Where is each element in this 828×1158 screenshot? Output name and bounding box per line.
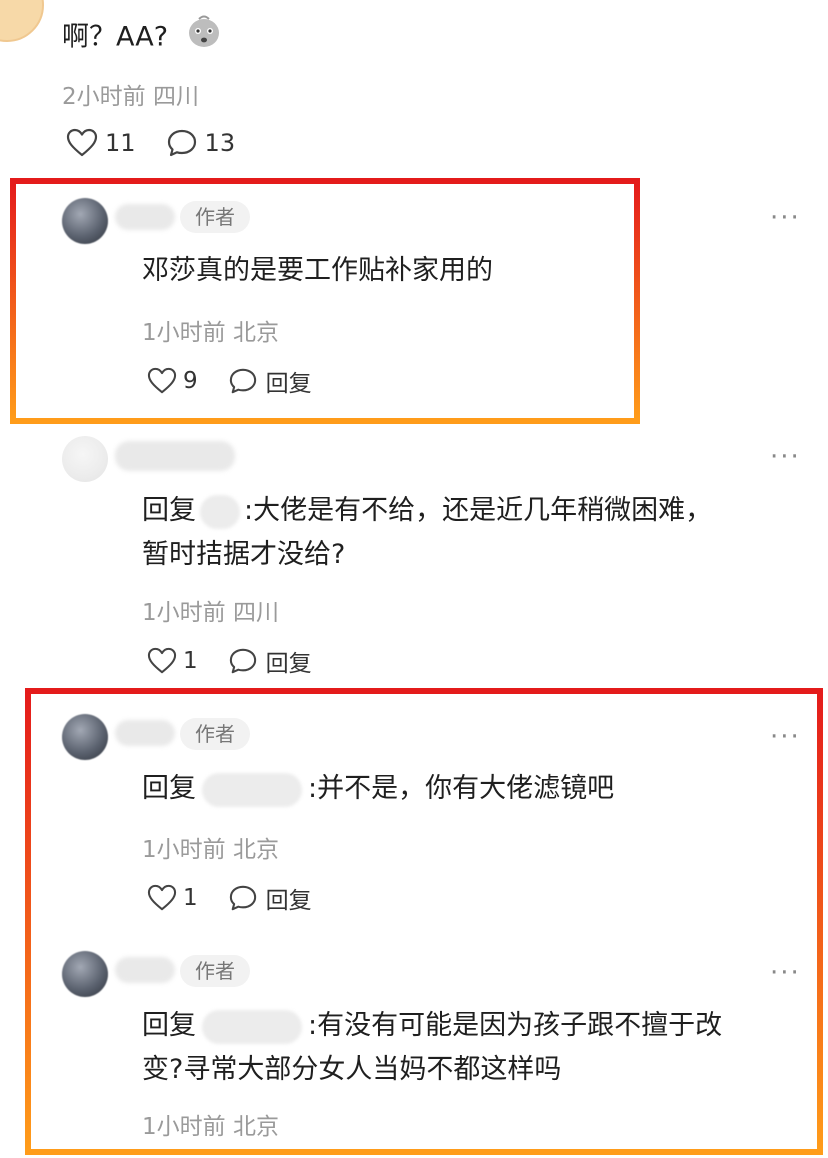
blurred-username[interactable] — [115, 204, 175, 230]
heart-icon[interactable] — [66, 128, 98, 158]
heart-icon[interactable] — [147, 884, 177, 912]
blurred-username[interactable] — [115, 441, 235, 471]
author-tag: 作者 — [180, 718, 250, 750]
avatar[interactable] — [62, 436, 108, 482]
comment-actions: 9 回复 — [147, 364, 312, 398]
comment-actions: 1 回复 — [147, 644, 312, 678]
like-count: 11 — [105, 129, 136, 157]
like-count: 9 — [183, 368, 198, 394]
reply-button[interactable]: 回复 — [266, 644, 312, 678]
more-options-icon[interactable]: ··· — [770, 958, 801, 988]
comment-meta: 1小时前 北京 — [142, 837, 279, 863]
avatar[interactable] — [62, 951, 108, 997]
comment-actions: 1 回复 — [147, 881, 312, 915]
blurred-reply-target[interactable] — [202, 1009, 302, 1044]
comment-text: 回复:大佬是有不给，还是近几年稍微困难， — [142, 489, 712, 533]
author-tag: 作者 — [180, 955, 250, 987]
comment-bubble-icon[interactable] — [166, 128, 198, 158]
comment-bubble-icon[interactable] — [228, 884, 258, 912]
blurred-reply-target[interactable] — [202, 772, 302, 807]
cute-face-emoji-icon — [185, 12, 223, 64]
comment-text: 邓莎真的是要工作贴补家用的 — [142, 255, 493, 286]
avatar[interactable] — [0, 0, 44, 42]
blurred-username[interactable] — [115, 957, 175, 983]
comment-meta: 1小时前 北京 — [142, 1114, 279, 1140]
heart-icon[interactable] — [147, 367, 177, 395]
more-options-icon[interactable]: ··· — [770, 722, 801, 752]
comment-bubble-icon[interactable] — [228, 647, 258, 675]
blurred-username[interactable] — [115, 720, 175, 746]
like-count: 1 — [183, 648, 198, 674]
comment-text-line2: 暂时拮据才没给? — [142, 539, 346, 570]
blurred-reply-target[interactable] — [200, 494, 240, 529]
comment-meta: 2小时前 四川 — [62, 84, 199, 110]
comment-meta: 1小时前 北京 — [142, 320, 279, 346]
reply-button[interactable]: 回复 — [266, 881, 312, 915]
comment-bubble-icon[interactable] — [228, 367, 258, 395]
comment-actions: 11 13 — [66, 128, 235, 158]
comment-text: 啊？AA? — [62, 12, 223, 64]
more-options-icon[interactable]: ··· — [770, 203, 801, 233]
comment-text: 回复:有没有可能是因为孩子跟不擅于改 — [142, 1004, 722, 1048]
comment-meta: 1小时前 四川 — [142, 600, 279, 626]
comment-text-line2: 变?寻常大部分女人当妈不都这样吗 — [142, 1054, 562, 1085]
like-count: 1 — [183, 885, 198, 911]
avatar[interactable] — [62, 714, 108, 760]
avatar[interactable] — [62, 198, 108, 244]
comment-text: 回复:并不是，你有大佬滤镜吧 — [142, 767, 614, 811]
reply-button[interactable]: 回复 — [266, 364, 312, 398]
heart-icon[interactable] — [147, 647, 177, 675]
reply-count: 13 — [204, 129, 236, 157]
author-tag: 作者 — [180, 201, 250, 233]
more-options-icon[interactable]: ··· — [770, 442, 801, 472]
